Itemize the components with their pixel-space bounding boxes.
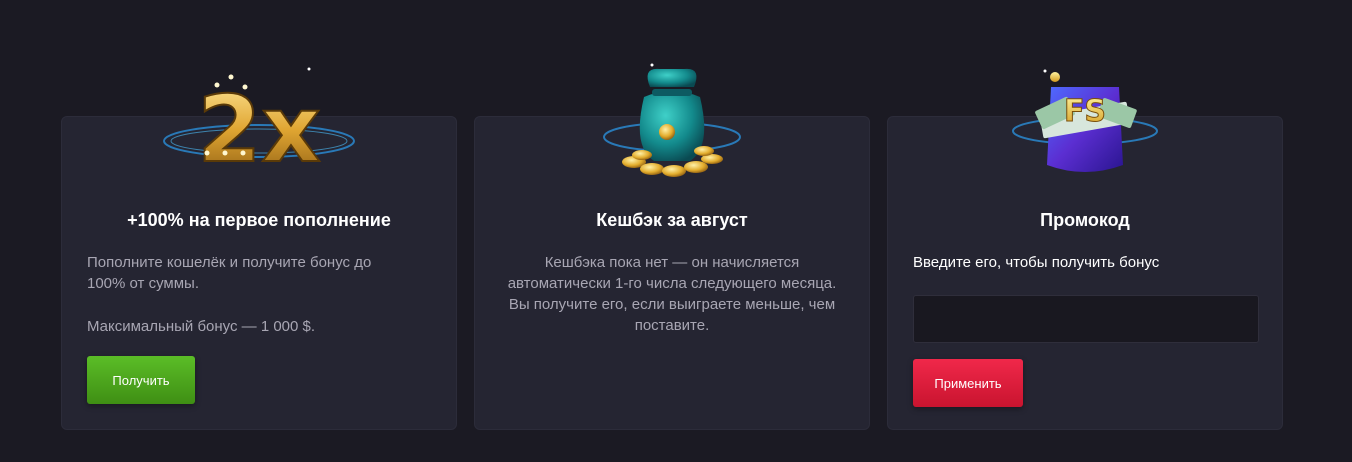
deposit-max-bonus-text: Максимальный бонус — 1 000 $.	[87, 318, 316, 335]
deposit-bonus-card: 2x +100% на первое пополнение Пополните …	[61, 67, 457, 430]
promo-code-card: FS Промокод Введите его, чтобы получить …	[887, 69, 1283, 430]
money-bag-illustration	[572, 57, 772, 187]
promo-code-title: Промокод	[1040, 210, 1130, 230]
cashback-description: Кешбэка пока нет — он начисляется автома…	[507, 254, 837, 334]
cashback-card: Кешбэк за август Кешбэка пока нет — он н…	[474, 63, 870, 430]
promo-code-description: Введите его, чтобы получить бонус	[913, 254, 1160, 271]
cashback-title: Кешбэк за август	[596, 210, 748, 230]
free-spins-logo-text: FS	[1064, 94, 1106, 129]
get-bonus-button[interactable]: Получить	[87, 356, 195, 404]
deposit-bonus-title: +100% на первое пополнение	[127, 210, 391, 230]
double-bonus-illustration: 2x	[159, 57, 359, 187]
bonus-cards: 2x +100% на первое пополнение Пополните …	[0, 0, 1352, 462]
double-bonus-logo-text: 2x	[197, 76, 320, 183]
apply-promo-button[interactable]: Применить	[913, 359, 1023, 407]
promo-code-input[interactable]	[913, 295, 1259, 343]
free-spins-gift-illustration: FS	[985, 57, 1185, 187]
deposit-bonus-description: Пополните кошелёк и получите бонус до 10…	[87, 254, 372, 292]
